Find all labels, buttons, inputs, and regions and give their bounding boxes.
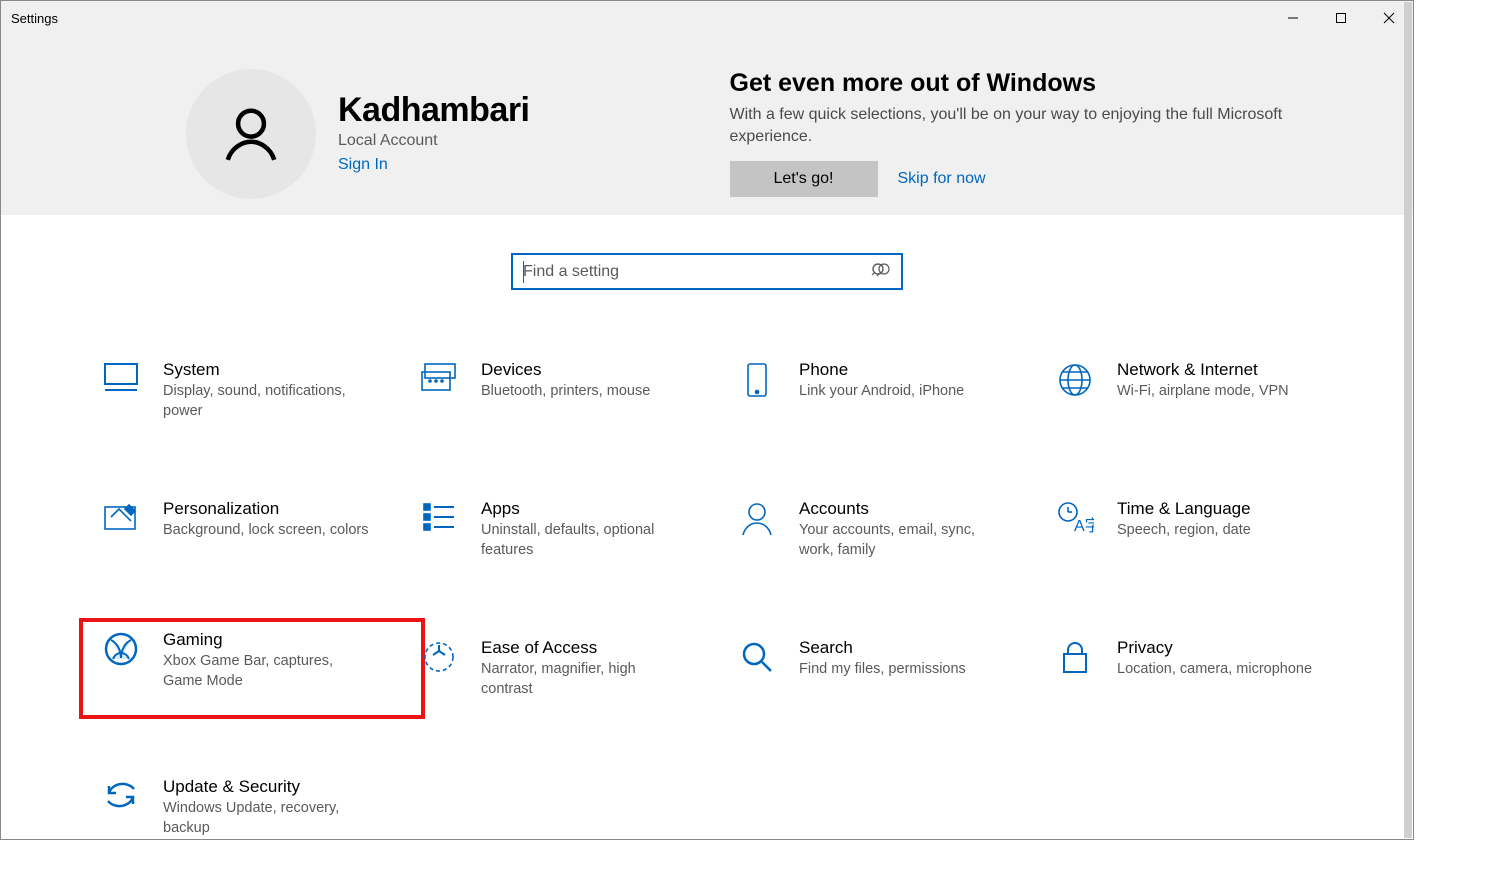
- header: Kadhambari Local Account Sign In Get eve…: [1, 35, 1413, 215]
- lets-go-button[interactable]: Let's go!: [730, 161, 878, 197]
- scrollbar[interactable]: [1404, 2, 1412, 838]
- tile-title: Apps: [481, 499, 691, 519]
- minimize-button[interactable]: [1269, 1, 1317, 35]
- user-block: Kadhambari Local Account Sign In: [338, 69, 530, 215]
- tile-devices[interactable]: Devices Bluetooth, printers, mouse: [419, 352, 737, 429]
- tile-title: Devices: [481, 360, 650, 380]
- monitor-icon: [101, 360, 141, 392]
- tile-search[interactable]: Search Find my files, permissions: [737, 630, 1055, 707]
- tile-desc: Find my files, permissions: [799, 660, 966, 680]
- promo-title: Get even more out of Windows: [730, 69, 1320, 98]
- promo-subtitle: With a few quick selections, you'll be o…: [730, 104, 1320, 147]
- window-controls: [1269, 1, 1413, 35]
- list-icon: [419, 499, 459, 531]
- xbox-icon: [101, 630, 141, 666]
- svg-text:A字: A字: [1074, 517, 1094, 535]
- window-title: Settings: [11, 11, 58, 26]
- tile-network[interactable]: Network & Internet Wi-Fi, airplane mode,…: [1055, 352, 1373, 429]
- category-grid: System Display, sound, notifications, po…: [1, 290, 1413, 847]
- tile-title: Phone: [799, 360, 964, 380]
- tile-time[interactable]: A字 Time & Language Speech, region, date: [1055, 491, 1373, 568]
- maximize-button[interactable]: [1317, 1, 1365, 35]
- tile-title: Personalization: [163, 499, 369, 519]
- tile-title: Network & Internet: [1117, 360, 1289, 380]
- keyboard-icon: [419, 360, 459, 392]
- tile-apps[interactable]: Apps Uninstall, defaults, optional featu…: [419, 491, 737, 568]
- tile-desc: Background, lock screen, colors: [163, 521, 369, 541]
- paint-icon: [101, 499, 141, 531]
- tile-desc: Your accounts, email, sync, work, family: [799, 521, 1009, 560]
- globe-icon: [1055, 360, 1095, 398]
- phone-icon: [737, 360, 777, 398]
- tile-gaming[interactable]: Gaming Xbox Game Bar, captures, Game Mod…: [79, 618, 425, 719]
- settings-window: Settings Kadhambari Local Account Sign I…: [0, 0, 1414, 840]
- signin-link[interactable]: Sign In: [338, 156, 530, 174]
- tile-accounts[interactable]: Accounts Your accounts, email, sync, wor…: [737, 491, 1055, 568]
- tile-desc: Wi-Fi, airplane mode, VPN: [1117, 382, 1289, 402]
- tile-title: Ease of Access: [481, 638, 691, 658]
- lock-icon: [1055, 638, 1095, 676]
- tile-desc: Speech, region, date: [1117, 521, 1251, 541]
- tile-title: Accounts: [799, 499, 1009, 519]
- tile-phone[interactable]: Phone Link your Android, iPhone: [737, 352, 1055, 429]
- magnify-icon: [737, 638, 777, 674]
- tile-desc: Link your Android, iPhone: [799, 382, 964, 402]
- promo-block: Get even more out of Windows With a few …: [730, 69, 1320, 215]
- person-icon: [220, 103, 282, 165]
- skip-link[interactable]: Skip for now: [898, 170, 986, 188]
- search-input[interactable]: [523, 263, 871, 281]
- tile-desc: Xbox Game Bar, captures, Game Mode: [163, 652, 373, 691]
- titlebar: Settings: [1, 1, 1413, 35]
- promo-actions: Let's go! Skip for now: [730, 161, 1320, 197]
- ease-icon: [419, 638, 459, 674]
- avatar[interactable]: [186, 69, 316, 199]
- sync-icon: [101, 777, 141, 811]
- tile-desc: Bluetooth, printers, mouse: [481, 382, 650, 402]
- tile-desc: Location, camera, microphone: [1117, 660, 1312, 680]
- tile-desc: Windows Update, recovery, backup: [163, 799, 373, 838]
- tile-desc: Narrator, magnifier, high contrast: [481, 660, 691, 699]
- tile-title: Privacy: [1117, 638, 1312, 658]
- search-icon: [871, 262, 891, 282]
- tile-ease[interactable]: Ease of Access Narrator, magnifier, high…: [419, 630, 737, 707]
- tile-title: Search: [799, 638, 966, 658]
- time-language-icon: A字: [1055, 499, 1095, 535]
- text-cursor: [523, 261, 524, 283]
- tile-title: Gaming: [163, 630, 373, 650]
- tile-personalization[interactable]: Personalization Background, lock screen,…: [101, 491, 419, 568]
- search-box[interactable]: [511, 253, 903, 290]
- tile-desc: Display, sound, notifications, power: [163, 382, 373, 421]
- person-outline-icon: [737, 499, 777, 537]
- user-name: Kadhambari: [338, 91, 530, 130]
- user-account-type: Local Account: [338, 132, 530, 150]
- tile-title: System: [163, 360, 373, 380]
- tile-system[interactable]: System Display, sound, notifications, po…: [101, 352, 419, 429]
- tile-update[interactable]: Update & Security Windows Update, recove…: [101, 769, 419, 846]
- tile-privacy[interactable]: Privacy Location, camera, microphone: [1055, 630, 1373, 707]
- tile-desc: Uninstall, defaults, optional features: [481, 521, 691, 560]
- search-row: [1, 215, 1413, 290]
- tile-title: Time & Language: [1117, 499, 1251, 519]
- tile-title: Update & Security: [163, 777, 373, 797]
